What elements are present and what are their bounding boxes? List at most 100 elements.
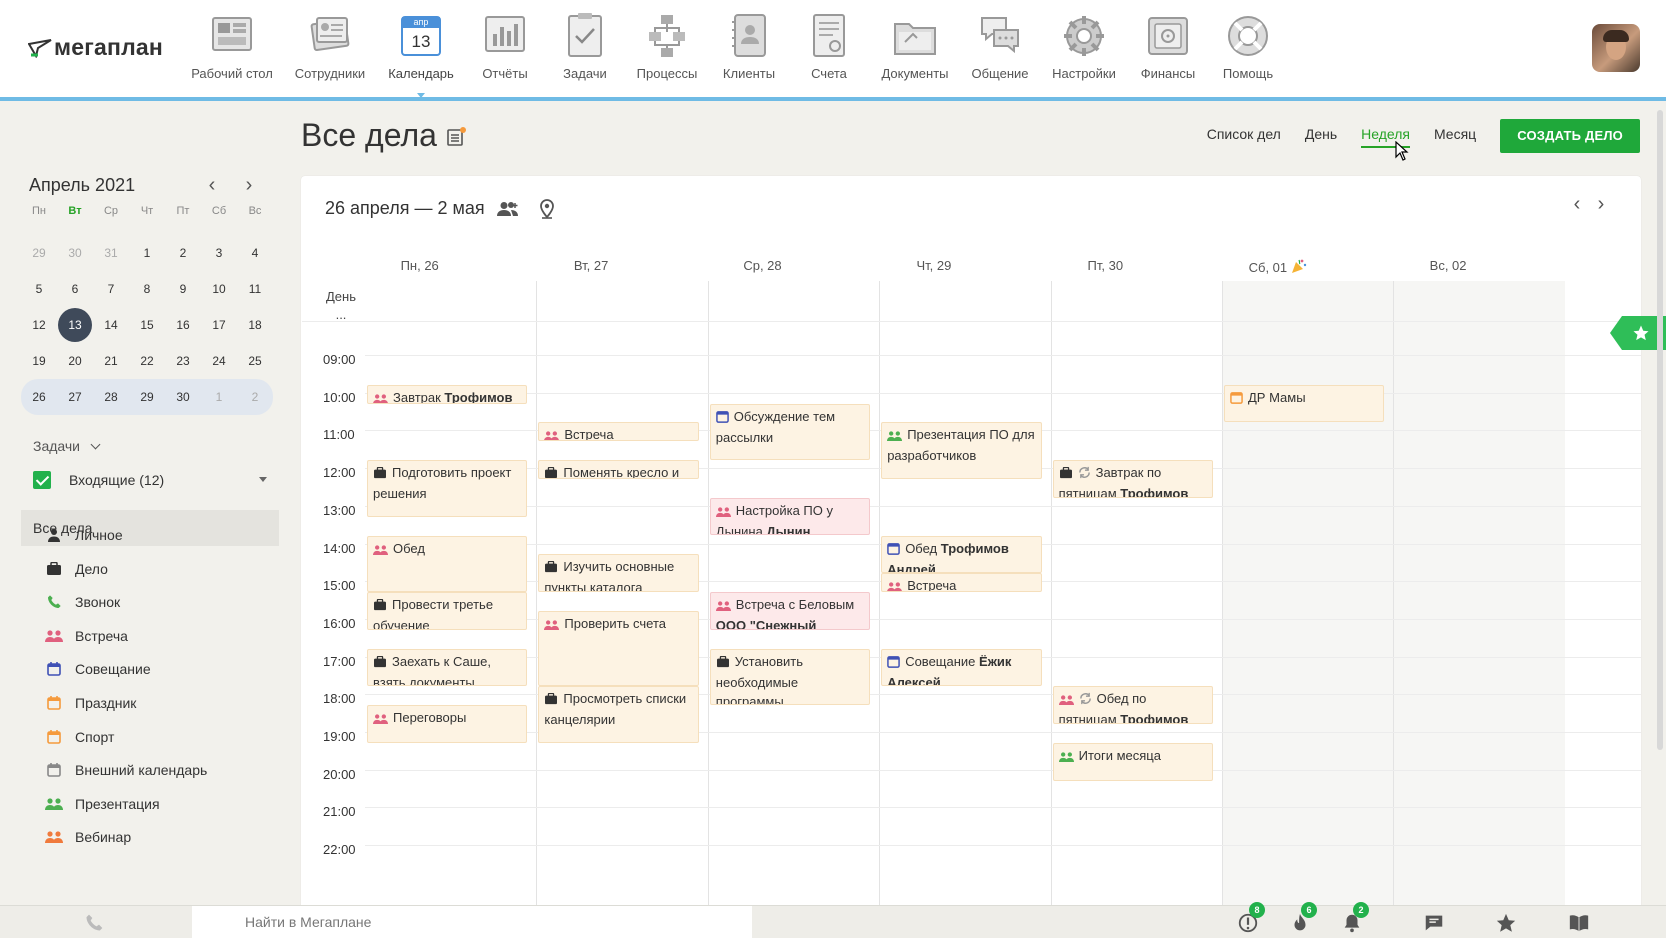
calendar-event[interactable]: Переговоры bbox=[367, 705, 528, 743]
calendar-event[interactable]: Настройка ПО у Дынина Дынин Товарищ bbox=[709, 497, 871, 536]
mini-calendar-day[interactable]: 21 bbox=[93, 354, 129, 368]
calendar-event[interactable]: Завтрак Трофимов bbox=[367, 384, 528, 404]
scrollbar[interactable] bbox=[1657, 110, 1663, 750]
mini-calendar-day[interactable]: 17 bbox=[201, 318, 237, 332]
day-header[interactable]: Пн, 26 bbox=[329, 258, 510, 273]
list-settings-icon[interactable] bbox=[446, 127, 466, 147]
mini-calendar-day[interactable]: 22 bbox=[129, 354, 165, 368]
participants-icon[interactable] bbox=[496, 201, 520, 222]
mini-calendar-day[interactable]: 8 bbox=[129, 282, 165, 296]
mini-calendar-day[interactable]: 2 bbox=[237, 390, 273, 404]
week-prev-icon[interactable]: ‹ bbox=[1569, 194, 1585, 214]
calendar-event[interactable]: Просмотреть списки канцелярии bbox=[538, 686, 699, 743]
messages-icon[interactable] bbox=[1423, 912, 1447, 934]
mini-calendar-day[interactable]: 3 bbox=[201, 246, 237, 260]
calendar-event[interactable]: Совещание Ёжик Алексей bbox=[881, 648, 1042, 687]
mini-calendar-prev-icon[interactable]: ‹ bbox=[204, 175, 220, 195]
mini-calendar-day[interactable]: 11 bbox=[237, 282, 273, 296]
global-search-input[interactable]: Найти в Мегаплане bbox=[192, 906, 752, 938]
caret-down-icon[interactable] bbox=[259, 477, 267, 482]
tasks-section-header[interactable]: Задачи bbox=[33, 438, 101, 454]
mini-calendar-day[interactable]: 30 bbox=[165, 390, 201, 404]
calendar-event[interactable]: Проверить счета bbox=[538, 610, 699, 687]
nav-desktop[interactable]: Рабочий стол bbox=[177, 12, 287, 81]
view-list-tab[interactable]: Список дел bbox=[1207, 126, 1281, 146]
view-month-tab[interactable]: Месяц bbox=[1434, 126, 1476, 146]
calendar-event[interactable]: Обед bbox=[367, 535, 528, 593]
calendar-event[interactable]: Итоги месяца bbox=[1052, 742, 1213, 781]
calendar-event[interactable]: Обед Трофимов Андрей bbox=[881, 535, 1042, 574]
location-pin-icon[interactable] bbox=[539, 199, 555, 224]
mini-calendar-day[interactable]: 1 bbox=[201, 390, 237, 404]
day-header[interactable]: Вт, 27 bbox=[500, 258, 681, 273]
view-day-tab[interactable]: День bbox=[1305, 126, 1337, 146]
hot-tasks-icon[interactable]: 6 bbox=[1289, 902, 1317, 934]
bell-icon[interactable]: 2 bbox=[1341, 902, 1369, 934]
book-icon[interactable] bbox=[1567, 912, 1591, 934]
mini-calendar-day[interactable]: 14 bbox=[93, 318, 129, 332]
category-phone[interactable]: Звонок bbox=[45, 590, 120, 614]
calendar-event[interactable]: Обсуждение тем рассылки bbox=[709, 403, 871, 461]
category-person[interactable]: Личное bbox=[45, 523, 123, 547]
favorites-star-icon[interactable] bbox=[1495, 912, 1519, 934]
mini-calendar-day[interactable]: 12 bbox=[21, 318, 57, 332]
mini-calendar-day[interactable]: 5 bbox=[21, 282, 57, 296]
calendar-event[interactable]: Обед по пятницам Трофимов bbox=[1052, 686, 1213, 724]
calendar-event[interactable]: Встреча с Беловым ООО "Снежный bbox=[709, 592, 871, 630]
megaplan-logo[interactable]: мегаплан bbox=[28, 34, 163, 61]
category-conference[interactable]: Совещание bbox=[45, 657, 151, 681]
mini-calendar-day[interactable]: 26 bbox=[21, 390, 57, 404]
category-presentation[interactable]: Презентация bbox=[45, 792, 160, 816]
mini-calendar-day[interactable]: 31 bbox=[93, 246, 129, 260]
category-external-calendar[interactable]: Внешний календарь bbox=[45, 758, 207, 782]
mini-calendar-day[interactable]: 15 bbox=[129, 318, 165, 332]
calendar-event[interactable]: Встреча bbox=[538, 422, 699, 442]
mini-calendar-day[interactable]: 30 bbox=[57, 246, 93, 260]
mini-calendar-day[interactable]: 23 bbox=[165, 354, 201, 368]
mini-calendar-day[interactable]: 19 bbox=[21, 354, 57, 368]
calendar-event[interactable]: Провести третье обучение bbox=[367, 592, 528, 630]
mini-calendar-day[interactable]: 25 bbox=[237, 354, 273, 368]
calendar-event[interactable]: ДР Мамы bbox=[1224, 384, 1385, 423]
mini-calendar-day[interactable]: 29 bbox=[21, 246, 57, 260]
mini-calendar-day[interactable]: 4 bbox=[237, 246, 273, 260]
calendar-event[interactable]: Заехать к Саше, взять документы bbox=[367, 648, 528, 687]
mini-calendar-day[interactable]: 7 bbox=[93, 282, 129, 296]
mini-calendar-day[interactable]: 16 bbox=[165, 318, 201, 332]
mini-calendar-next-icon[interactable]: › bbox=[241, 175, 257, 195]
calendar-event[interactable]: Презентация ПО для разработчиков bbox=[881, 422, 1042, 479]
phone-icon[interactable] bbox=[84, 913, 104, 938]
mini-calendar-day[interactable]: 6 bbox=[57, 282, 93, 296]
week-next-icon[interactable]: › bbox=[1593, 194, 1609, 214]
day-header[interactable]: Чт, 29 bbox=[843, 258, 1024, 273]
mini-calendar-day[interactable]: 9 bbox=[165, 282, 201, 296]
inbox-filter[interactable]: Входящие (12) bbox=[33, 468, 273, 492]
category-sport[interactable]: Спорт bbox=[45, 725, 114, 749]
mini-calendar-day[interactable]: 29 bbox=[129, 390, 165, 404]
day-header[interactable]: Ср, 28 bbox=[672, 258, 853, 273]
calendar-event[interactable]: Поменять кресло и bbox=[538, 460, 699, 479]
mini-calendar-day[interactable]: 1 bbox=[129, 246, 165, 260]
calendar-event[interactable]: Подготовить проект решения bbox=[367, 460, 528, 517]
category-meeting[interactable]: Встреча bbox=[45, 624, 128, 648]
user-avatar[interactable] bbox=[1592, 24, 1640, 72]
mini-calendar-today[interactable]: 13 bbox=[57, 308, 93, 342]
day-header[interactable]: Пт, 30 bbox=[1015, 258, 1196, 273]
calendar-event[interactable]: Встреча bbox=[881, 573, 1042, 593]
calendar-event[interactable]: Изучить основные пункты каталога bbox=[538, 554, 699, 593]
day-header[interactable]: Вс, 02 bbox=[1357, 258, 1538, 273]
mini-calendar-day[interactable]: 27 bbox=[57, 390, 93, 404]
alerts-icon[interactable]: 8 bbox=[1237, 902, 1265, 934]
mini-calendar-day[interactable]: 24 bbox=[201, 354, 237, 368]
inbox-checkbox[interactable] bbox=[33, 471, 51, 489]
category-briefcase[interactable]: Дело bbox=[45, 557, 108, 581]
day-header[interactable]: Сб, 01 bbox=[1186, 258, 1367, 275]
create-task-button[interactable]: СОЗДАТЬ ДЕЛО bbox=[1500, 119, 1640, 153]
mini-calendar-day[interactable]: 18 bbox=[237, 318, 273, 332]
category-holiday[interactable]: Праздник bbox=[45, 691, 136, 715]
mini-calendar-day[interactable]: 20 bbox=[57, 354, 93, 368]
mini-calendar-day[interactable]: 10 bbox=[201, 282, 237, 296]
nav-help[interactable]: Помощь bbox=[1193, 12, 1303, 81]
calendar-event[interactable]: Установить необходимые программы bbox=[709, 648, 871, 706]
calendar-event[interactable]: Завтрак по пятницам Трофимов bbox=[1052, 460, 1213, 498]
